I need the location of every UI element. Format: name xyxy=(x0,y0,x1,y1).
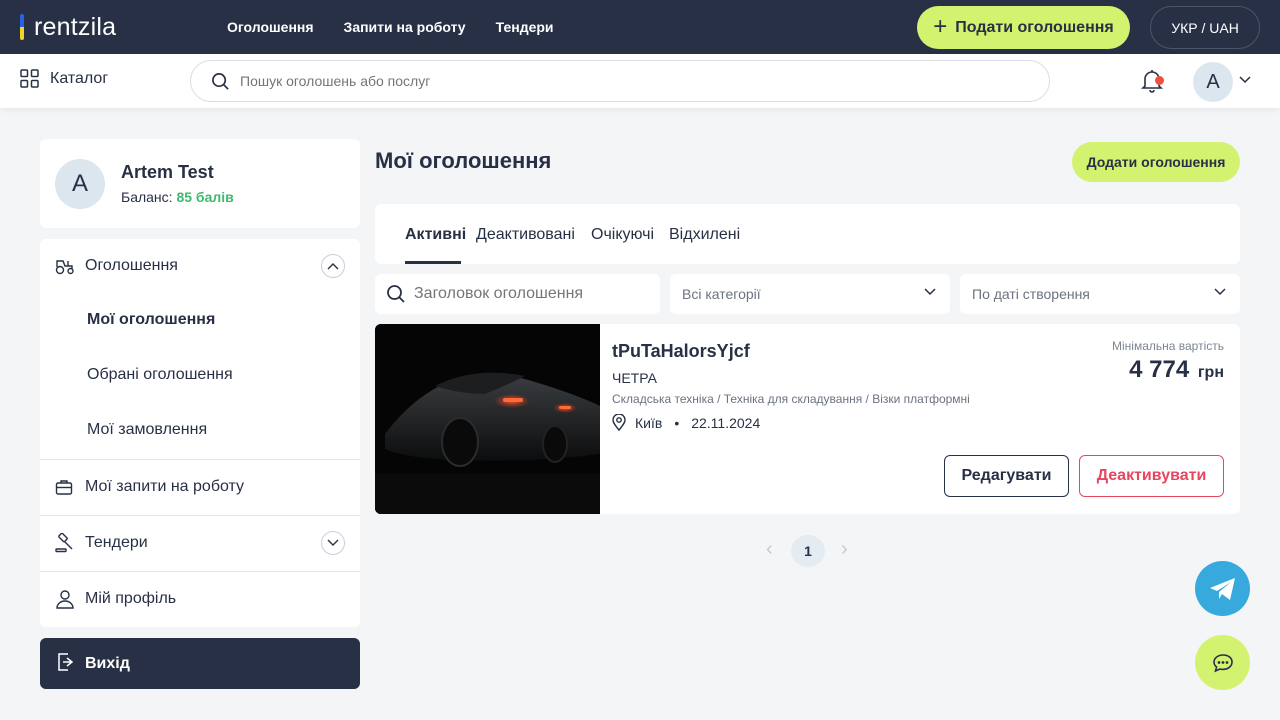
gavel-icon xyxy=(55,533,73,553)
pagination-prev[interactable]: ‹ xyxy=(766,538,773,561)
listing-category-path: Складська техніка / Техніка для складува… xyxy=(612,392,970,406)
chevron-up-icon xyxy=(327,263,339,270)
profile-card: A Artem Test Баланс: 85 балів xyxy=(40,139,360,228)
notifications-button[interactable] xyxy=(1140,68,1164,94)
pagination-next[interactable]: › xyxy=(841,538,848,561)
listing-photo[interactable] xyxy=(375,324,600,514)
divider xyxy=(40,515,360,516)
global-search-input[interactable] xyxy=(240,73,1000,89)
listing-price: 4 774 грн xyxy=(1129,356,1224,384)
ad-title-search xyxy=(375,274,660,314)
active-tab-indicator xyxy=(405,261,461,264)
listing-meta: Київ • 22.11.2024 xyxy=(612,414,760,431)
listing-city: Київ xyxy=(635,414,663,431)
logo[interactable]: rentzila xyxy=(20,12,116,42)
price-currency: грн xyxy=(1197,364,1224,381)
sidebar-subitem-orders[interactable]: Мої замовлення xyxy=(87,421,207,439)
briefcase-icon xyxy=(55,480,73,495)
listing-card[interactable]: tPuTaHalorsYjcf ЧЕТРА Складська техніка … xyxy=(375,324,1240,514)
page-title: Мої оголошення xyxy=(375,148,552,173)
chat-icon xyxy=(1212,653,1233,672)
nav-link-work-requests[interactable]: Запити на роботу xyxy=(344,19,466,35)
sidebar-item-profile[interactable]: Мій профіль xyxy=(40,586,360,612)
user-icon xyxy=(56,590,74,609)
separator-dot: • xyxy=(674,414,680,431)
price-value: 4 774 xyxy=(1129,356,1190,383)
logout-button[interactable]: Вихід xyxy=(40,638,360,689)
post-ad-button[interactable]: + Подати оголошення xyxy=(917,6,1130,49)
ad-title-search-input[interactable] xyxy=(414,285,654,303)
search-icon xyxy=(387,285,405,303)
telegram-icon xyxy=(1209,577,1235,600)
listing-brand: ЧЕТРА xyxy=(612,370,657,386)
grid-icon xyxy=(20,69,39,88)
post-ad-label: Подати оголошення xyxy=(955,18,1114,36)
avatar: A xyxy=(55,159,105,209)
nav-link-tenders[interactable]: Тендери xyxy=(496,19,554,35)
listing-date: 22.11.2024 xyxy=(691,414,761,431)
sidebar-subitem-favorites[interactable]: Обрані оголошення xyxy=(87,366,233,384)
sidebar-subitem-my-ads[interactable]: Мої оголошення xyxy=(87,311,215,329)
language-currency-button[interactable]: УКР / UAH xyxy=(1150,6,1260,49)
catalog-button[interactable]: Каталог xyxy=(20,69,108,88)
chevron-down-icon xyxy=(924,288,936,296)
notification-dot xyxy=(1155,76,1164,85)
price-label: Мінімальна вартість xyxy=(1111,339,1224,353)
car-photo-image xyxy=(375,324,600,514)
chat-button[interactable] xyxy=(1195,635,1250,690)
search-bar-row: Каталог A xyxy=(0,54,1280,108)
top-nav: Оголошення Запити на роботу Тендери xyxy=(227,0,554,54)
category-select[interactable]: Всі категорії xyxy=(670,274,950,314)
plus-icon: + xyxy=(933,12,948,40)
sidebar-item-label: Тендери xyxy=(85,534,148,551)
sidebar-item-ads[interactable]: Оголошення xyxy=(40,253,360,279)
logout-icon xyxy=(58,653,74,671)
top-header: rentzila Оголошення Запити на роботу Тен… xyxy=(0,0,1280,54)
logout-label: Вихід xyxy=(85,654,130,672)
sidebar-item-label: Оголошення xyxy=(85,257,178,274)
divider xyxy=(40,459,360,460)
logo-text: rentzila xyxy=(34,12,117,41)
sort-select[interactable]: По даті створення xyxy=(960,274,1240,314)
profile-balance: Баланс: 85 балів xyxy=(121,189,234,205)
profile-name: Artem Test xyxy=(121,162,214,182)
location-pin-icon xyxy=(612,414,626,431)
sidebar-item-work-requests[interactable]: Мої запити на роботу xyxy=(40,474,360,500)
sort-select-value: По даті створення xyxy=(972,286,1090,302)
search-icon xyxy=(212,72,229,90)
divider xyxy=(40,571,360,572)
sidebar-item-label: Мій профіль xyxy=(85,590,177,607)
tab-active[interactable]: Активні xyxy=(405,226,466,244)
catalog-label: Каталог xyxy=(50,69,109,87)
sidebar-item-tenders[interactable]: Тендери xyxy=(40,530,360,556)
global-search xyxy=(190,60,1050,102)
tab-pending[interactable]: Очікуючі xyxy=(591,226,654,244)
edit-button[interactable]: Редагувати xyxy=(944,455,1069,497)
pagination-page-current[interactable]: 1 xyxy=(791,535,825,567)
tractor-icon xyxy=(55,260,74,275)
telegram-button[interactable] xyxy=(1195,561,1250,616)
user-avatar[interactable]: A xyxy=(1193,62,1233,102)
balance-label: Баланс: xyxy=(121,189,173,205)
nav-link-ads[interactable]: Оголошення xyxy=(227,19,314,35)
sidebar-menu: Оголошення Мої оголошення Обрані оголоше… xyxy=(40,239,360,627)
sidebar-item-label: Мої запити на роботу xyxy=(85,478,245,495)
logo-flag xyxy=(20,14,24,40)
tab-rejected[interactable]: Відхилені xyxy=(669,226,740,244)
expand-button[interactable] xyxy=(321,531,345,555)
tab-deactivated[interactable]: Деактивовані xyxy=(476,226,575,244)
balance-value: 85 балів xyxy=(176,189,234,205)
listing-title[interactable]: tPuTaHalorsYjcf xyxy=(612,341,750,362)
category-select-value: Всі категорії xyxy=(682,286,761,302)
deactivate-button[interactable]: Деактивувати xyxy=(1079,455,1224,497)
chevron-down-icon xyxy=(327,539,339,546)
tabs-bar: Активні Деактивовані Очікуючі Відхилені xyxy=(375,204,1240,264)
chevron-down-icon xyxy=(1214,288,1226,296)
add-ad-button[interactable]: Додати оголошення xyxy=(1072,142,1240,182)
collapse-button[interactable] xyxy=(321,254,345,278)
chevron-down-icon[interactable] xyxy=(1239,76,1251,84)
